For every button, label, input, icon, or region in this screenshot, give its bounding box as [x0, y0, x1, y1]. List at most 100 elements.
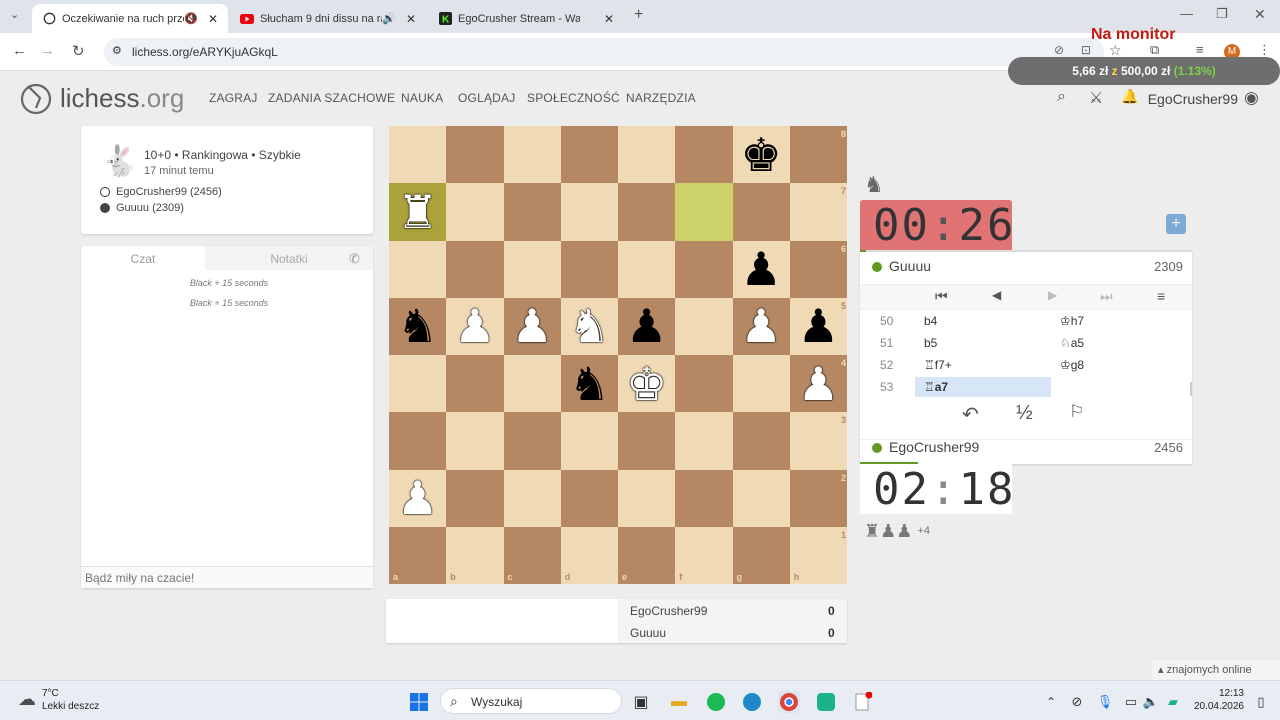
crossed-swords-icon[interactable]: ⚔ — [1089, 88, 1103, 108]
square-g2[interactable] — [732, 469, 790, 527]
square-a8[interactable] — [389, 126, 447, 184]
first-move-icon[interactable]: ⏮ — [935, 288, 948, 305]
notes-app-icon[interactable] — [852, 691, 874, 713]
white-player-link[interactable]: EgoCrusher99 (2456) — [116, 186, 222, 198]
nav-community[interactable]: SPOŁECZNOŚĆ — [527, 91, 620, 105]
close-window-button[interactable]: ✕ — [1254, 6, 1266, 23]
user-menu[interactable]: EgoCrusher99 — [1148, 91, 1238, 107]
close-tab-icon[interactable]: ✕ — [406, 12, 416, 26]
tab-chat[interactable]: Czat — [81, 246, 205, 270]
volume-icon[interactable]: 🔈 — [1140, 691, 1162, 713]
square-c3[interactable] — [503, 412, 561, 470]
square-f1[interactable] — [675, 526, 733, 584]
crosstable-player[interactable]: EgoCrusher99 — [630, 604, 707, 618]
microphone-icon[interactable]: 🎙 — [1094, 691, 1116, 713]
white-king-e4[interactable]: ♚ — [618, 355, 675, 412]
square-e7[interactable] — [618, 183, 676, 241]
close-tab-icon[interactable]: ✕ — [208, 12, 218, 26]
square-d3[interactable] — [560, 412, 618, 470]
square-g7[interactable] — [732, 183, 790, 241]
black-knight-a5[interactable]: ♞ — [389, 298, 446, 355]
square-c4[interactable] — [503, 355, 561, 413]
square-h6[interactable] — [789, 240, 847, 298]
taskbar-search[interactable]: ⌕ Wyszukaj — [440, 688, 622, 714]
show-hidden-icons-icon[interactable]: ⌃ — [1040, 691, 1062, 713]
camera-blocked-icon[interactable]: ⊘ — [1054, 43, 1064, 57]
square-e8[interactable] — [618, 126, 676, 184]
square-e6[interactable] — [618, 240, 676, 298]
square-b3[interactable] — [446, 412, 504, 470]
nav-watch[interactable]: OGLĄDAJ — [458, 91, 515, 105]
spotify-icon[interactable] — [705, 691, 727, 713]
chess-board[interactable]: 8 7 6 5 4 3 2 1 a b c d e f g h ♚ ♜ ♟ ♞ ♟ ♟ ♞ ♟ ♟ ♟ ♞ ♚ ♟ ♟ — [389, 126, 847, 584]
square-f7[interactable] — [675, 183, 733, 241]
app-icon[interactable] — [815, 691, 837, 713]
minimize-window-button[interactable]: — — [1180, 6, 1193, 21]
square-h7[interactable] — [789, 183, 847, 241]
extensions-icon[interactable]: ⧉ — [1150, 42, 1159, 58]
menu-hamburger-icon[interactable]: ≡ — [1157, 288, 1165, 304]
lichess-logo[interactable]: lichess .org — [18, 80, 184, 116]
file-explorer-icon[interactable]: ▬ — [668, 691, 690, 713]
black-move[interactable]: ♔g8 — [1060, 358, 1084, 372]
chat-input[interactable] — [81, 566, 373, 588]
tab-search-chevron-icon[interactable]: ⌄ — [10, 8, 19, 21]
white-move[interactable]: b5 — [924, 336, 937, 350]
black-move[interactable]: ♘a5 — [1060, 336, 1084, 350]
nav-puzzles[interactable]: ZADANIA SZACHOWE — [268, 91, 395, 105]
prev-move-icon[interactable]: ◀ — [992, 288, 1001, 302]
edge-icon[interactable] — [741, 691, 763, 713]
square-h3[interactable] — [789, 412, 847, 470]
white-pawn-h4[interactable]: ♟ — [790, 355, 847, 412]
black-pawn-e5[interactable]: ♟ — [618, 298, 675, 355]
last-move-icon[interactable]: ⏭ — [1100, 288, 1113, 305]
chrome-icon[interactable] — [778, 691, 800, 713]
mute-tab-icon[interactable]: 🔇 — [184, 12, 198, 25]
next-move-icon[interactable]: ▶ — [1048, 288, 1057, 302]
weather-rain-icon[interactable]: ☁ — [16, 688, 38, 710]
square-d2[interactable] — [560, 469, 618, 527]
square-f3[interactable] — [675, 412, 733, 470]
square-d6[interactable] — [560, 240, 618, 298]
clock-time[interactable]: 12:13 — [1194, 688, 1244, 699]
takeback-icon[interactable]: ↶ — [962, 402, 979, 427]
square-e2[interactable] — [618, 469, 676, 527]
display-icon[interactable]: ▭ — [1120, 691, 1142, 713]
back-arrow-icon[interactable]: ← — [12, 42, 27, 59]
square-h2[interactable] — [789, 469, 847, 527]
white-move-current[interactable]: ♖a7 — [924, 380, 948, 394]
notifications-icon[interactable]: ▯ — [1250, 691, 1272, 713]
square-b2[interactable] — [446, 469, 504, 527]
square-g3[interactable] — [732, 412, 790, 470]
tab-youtube[interactable]: Słucham 9 dni dissu na raka 🔊 ✕ — [230, 4, 426, 33]
square-b8[interactable] — [446, 126, 504, 184]
black-pawn-g6[interactable]: ♟ — [733, 241, 790, 298]
install-app-icon[interactable]: ⊡ — [1081, 43, 1091, 57]
square-g4[interactable] — [732, 355, 790, 413]
square-f8[interactable] — [675, 126, 733, 184]
tab-lichess[interactable]: Oczekiwanie na ruch przeci 🔇 ✕ — [32, 4, 228, 33]
black-move[interactable]: ♔h7 — [1060, 314, 1084, 328]
square-b7[interactable] — [446, 183, 504, 241]
browser-menu-icon[interactable]: ⋮ — [1258, 42, 1271, 58]
white-pawn-g5[interactable]: ♟ — [733, 298, 790, 355]
nav-play[interactable]: ZAGRAJ — [209, 91, 258, 105]
search-icon[interactable]: ⌕ — [1057, 88, 1066, 106]
square-e3[interactable] — [618, 412, 676, 470]
phone-icon[interactable]: ✆ — [349, 251, 360, 267]
task-view-icon[interactable]: ▣ — [630, 691, 652, 713]
square-a3[interactable] — [389, 412, 447, 470]
white-rook-a7[interactable]: ♜ — [389, 183, 446, 240]
sound-playing-icon[interactable]: 🔊 — [382, 12, 396, 25]
square-c8[interactable] — [503, 126, 561, 184]
white-pawn-a2[interactable]: ♟ — [389, 470, 446, 527]
new-tab-button[interactable]: + — [634, 6, 643, 24]
square-b6[interactable] — [446, 240, 504, 298]
offer-draw-button[interactable]: ½ — [1016, 402, 1033, 425]
tab-notes[interactable]: Notatki — [205, 246, 373, 270]
nav-tools[interactable]: NARZĘDZIA — [626, 91, 696, 105]
square-d7[interactable] — [560, 183, 618, 241]
white-move[interactable]: ♖f7+ — [924, 358, 952, 372]
opponent-name[interactable]: Guuuu — [889, 258, 931, 274]
square-f2[interactable] — [675, 469, 733, 527]
